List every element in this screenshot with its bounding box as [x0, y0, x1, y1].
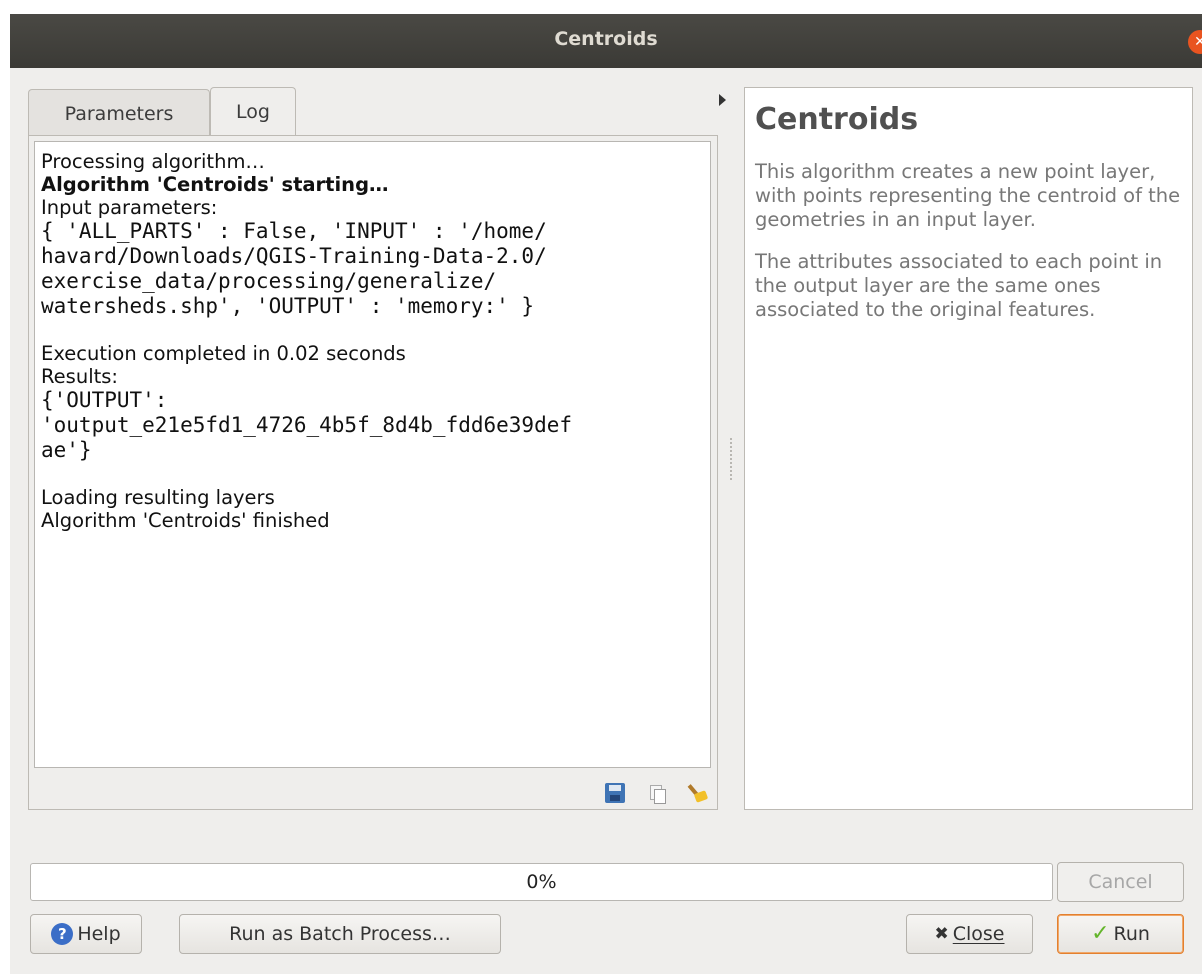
log-line: Algorithm 'Centroids' finished [41, 509, 330, 532]
tab-parameters[interactable]: Parameters [28, 89, 210, 136]
log-text-area[interactable]: Processing algorithm… Algorithm 'Centroi… [34, 141, 711, 768]
progress-bar: 0% [30, 863, 1053, 901]
log-line: Results: [41, 365, 118, 388]
cancel-label: Cancel [1088, 871, 1153, 893]
log-line: Loading resulting layers [41, 486, 275, 509]
log-spacer [41, 319, 704, 342]
log-line: watersheds.shp', 'OUTPUT' : 'memory:' } [41, 294, 535, 318]
log-line: ae'} [41, 438, 92, 462]
log-panel: Processing algorithm… Algorithm 'Centroi… [28, 135, 718, 810]
copy-icon[interactable] [647, 783, 667, 804]
help-label: Help [77, 923, 121, 945]
close-button[interactable]: ✖ Close [906, 914, 1033, 954]
help-button[interactable]: ? Help [30, 914, 142, 954]
log-line: exercise_data/processing/generalize/ [41, 269, 497, 293]
help-paragraph: This algorithm creates a new point layer… [755, 160, 1181, 231]
log-line: { 'ALL_PARTS' : False, 'INPUT' : '/home/ [41, 219, 547, 243]
tab-log[interactable]: Log [210, 87, 296, 136]
title-bar: Centroids ✕ [10, 14, 1202, 68]
help-title: Centroids [755, 102, 919, 137]
log-line: Input parameters: [41, 196, 218, 219]
clear-icon[interactable] [689, 783, 709, 803]
run-label: Run [1113, 923, 1150, 945]
progress-text: 0% [526, 871, 557, 893]
help-panel: Centroids This algorithm creates a new p… [744, 87, 1193, 810]
log-line: Processing algorithm… [41, 150, 265, 173]
collapse-arrow-icon[interactable] [719, 94, 726, 106]
log-line: havard/Downloads/QGIS-Training-Data-2.0/ [41, 244, 547, 268]
log-line: 'output_e21e5fd1_4726_4b5f_8d4b_fdd6e39d… [41, 413, 573, 437]
batch-label: Run as Batch Process… [229, 923, 451, 945]
window-title: Centroids [554, 28, 658, 50]
close-x-icon: ✖ [934, 924, 949, 944]
save-icon[interactable] [605, 783, 625, 803]
help-paragraph: The attributes associated to each point … [755, 250, 1163, 321]
log-toolbar [605, 783, 709, 804]
centroids-dialog: Centroids ✕ Parameters Log Processing al… [10, 14, 1202, 974]
splitter-handle[interactable] [730, 438, 732, 482]
log-line: {'OUTPUT': [41, 388, 168, 412]
check-icon: ✓ [1091, 921, 1110, 946]
help-icon: ? [51, 923, 74, 945]
close-label: Close [952, 923, 1005, 945]
run-button[interactable]: ✓ Run [1057, 914, 1184, 954]
log-line: Execution completed in 0.02 seconds [41, 342, 406, 365]
log-line: Algorithm 'Centroids' starting… [41, 173, 389, 196]
cancel-button[interactable]: Cancel [1057, 862, 1184, 902]
run-as-batch-button[interactable]: Run as Batch Process… [179, 914, 501, 954]
close-icon[interactable]: ✕ [1188, 30, 1202, 54]
log-spacer [41, 463, 704, 486]
